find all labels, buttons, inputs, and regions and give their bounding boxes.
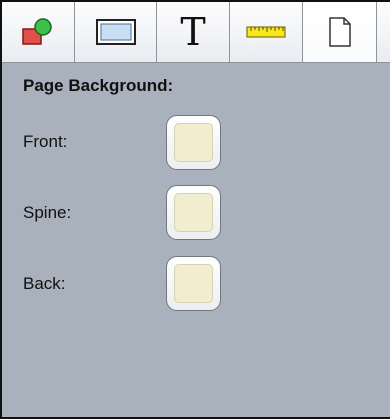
rectangle-icon (95, 19, 136, 45)
tool-shapes-button[interactable] (2, 2, 75, 62)
tool-border-button[interactable] (75, 2, 157, 62)
spine-label: Spine: (23, 203, 72, 222)
spine-color-swatch[interactable] (166, 185, 221, 240)
shapes-icon (22, 18, 52, 45)
ruler-icon (246, 26, 286, 38)
spine-color-fill (174, 193, 213, 232)
front-color-swatch[interactable] (166, 115, 221, 170)
tool-text-button[interactable]: T (157, 2, 230, 62)
text-icon: T (180, 10, 206, 54)
page-properties-panel: T Page Background: Front: Spine: Back: (0, 0, 390, 419)
front-color-fill (174, 123, 213, 162)
back-color-swatch[interactable] (166, 256, 221, 311)
page-background-heading: Page Background: (23, 76, 174, 95)
toolbar: T (2, 2, 390, 63)
front-label: Front: (23, 132, 68, 151)
back-color-fill (174, 264, 213, 303)
tool-page-button[interactable] (303, 2, 377, 62)
toolbar-overflow (377, 2, 390, 62)
page-icon (328, 17, 351, 47)
back-label: Back: (23, 274, 66, 293)
tool-ruler-button[interactable] (230, 2, 303, 62)
